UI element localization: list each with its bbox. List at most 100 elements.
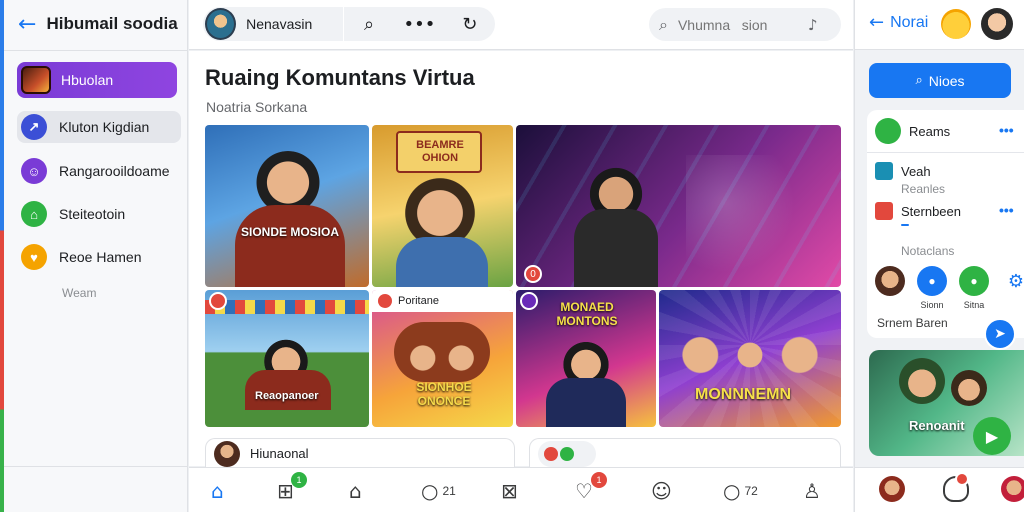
profile-toolbar: Nenavasin ⌕ ••• ↻	[203, 7, 495, 41]
news-button[interactable]: ⌕ Nioes	[869, 63, 1011, 98]
tile-caption: MONAED MONTONS	[556, 300, 618, 328]
right-bottom-bar	[855, 467, 1024, 512]
tile-caption: BEAMRE OHION	[416, 139, 464, 164]
shortcut-item[interactable]: ● Sitna	[959, 266, 989, 310]
nav-comments[interactable]: ○ 21	[421, 476, 456, 506]
check-icon	[875, 118, 901, 144]
video-preview[interactable]: Renoanit ▶	[869, 350, 1024, 456]
nav-tent[interactable]: ⌂	[349, 476, 362, 506]
status-badge	[901, 224, 909, 226]
tile-label: Poritane	[398, 295, 439, 307]
sidebar-item-3[interactable]: ⌂ Steiteotoin	[17, 198, 181, 230]
search-icon[interactable]: ⌕	[344, 7, 394, 41]
search-icon: ⌕	[659, 14, 668, 34]
media-tile-1[interactable]: SIONDE MOSIOA	[205, 125, 369, 287]
tile-header: Poritane	[372, 290, 513, 312]
sidebar-item-4[interactable]: ♥ Reoe Hamen	[17, 241, 181, 273]
card-header-label: Reams	[909, 123, 951, 139]
people-icon: ☺	[651, 479, 672, 503]
main-content: Ruaing Komuntans Virtua Noatria Sorkana …	[189, 51, 853, 468]
avatar[interactable]	[981, 8, 1013, 40]
sidebar-item-active[interactable]: Hbuolan	[17, 62, 177, 98]
divider	[4, 466, 187, 467]
media-tile-5[interactable]: Poritane SIONHOE ONONCE	[372, 290, 513, 427]
sidebar-item-2[interactable]: ☺ Rangarooildoame	[17, 155, 181, 187]
post-card[interactable]: Hiunaonal	[205, 438, 515, 468]
performers	[679, 330, 821, 380]
notification-badge: 1	[291, 472, 307, 488]
shortcut-row: ● Sionn ● Sitna ⚙	[875, 266, 1024, 310]
more-icon[interactable]: •••	[999, 122, 1014, 138]
post-card[interactable]	[529, 438, 841, 468]
reaction-icon	[560, 446, 574, 461]
refresh-icon[interactable]: ↻	[445, 7, 495, 41]
left-sidebar: ← Hibumail soodia Hbuolan ↗ Kluton Kigdi…	[0, 0, 188, 512]
tile-badge	[378, 294, 392, 308]
nav-profile[interactable]: ♙	[803, 476, 821, 506]
reaction-pill[interactable]	[538, 440, 596, 467]
emoji-icon[interactable]	[941, 9, 971, 39]
post-author: Hiunaonal	[250, 446, 309, 461]
notification-badge: 1	[591, 472, 607, 488]
color-edge	[0, 0, 4, 512]
media-tile-2[interactable]: BEAMRE OHION	[372, 125, 513, 287]
performer-body	[235, 205, 345, 287]
search-bar[interactable]: ⌕ ♪	[649, 8, 841, 41]
tile-caption: SIONHOE ONONCE	[416, 380, 472, 408]
mic-icon[interactable]: ♪	[808, 16, 818, 34]
comment-count: 21	[442, 484, 456, 498]
profile-name[interactable]: Nenavasin	[246, 16, 343, 32]
performers	[394, 322, 490, 382]
more-icon[interactable]: •••	[394, 7, 444, 41]
media-tile-7[interactable]: MONNNEMN	[659, 290, 841, 427]
nav-inbox[interactable]: ⊠	[501, 476, 518, 506]
tile-caption: MONNNEMN	[695, 386, 791, 403]
avatar[interactable]	[1001, 476, 1024, 502]
more-icon[interactable]: •••	[999, 202, 1014, 218]
performer-figure	[951, 370, 987, 406]
avatar[interactable]	[205, 8, 237, 40]
search-input[interactable]	[677, 16, 798, 33]
back-button[interactable]: ← Norai	[869, 12, 928, 33]
tile-caption: SIONDE MOSIOA	[241, 225, 340, 239]
performer-body	[574, 209, 658, 287]
card-row[interactable]: Sternbeen •••	[875, 202, 1014, 220]
row-sub: Reanles	[901, 182, 946, 196]
send-button[interactable]: ➤	[984, 318, 1016, 350]
card-header[interactable]: Reams •••	[875, 118, 1014, 144]
nav-home[interactable]: ⌂	[211, 476, 224, 506]
nav-people[interactable]: ☺	[651, 476, 672, 506]
chat-count: 72	[744, 484, 758, 498]
settings-item[interactable]: ⚙	[1001, 266, 1024, 310]
media-tile-3[interactable]: 0	[516, 125, 841, 287]
grid-icon	[875, 162, 893, 180]
media-tile-6[interactable]: MONAED MONTONS	[516, 290, 656, 427]
home-icon: ⌂	[211, 479, 224, 503]
right-header: ← Norai	[855, 0, 1024, 50]
tile-badge: 0	[524, 265, 542, 283]
media-tile-4[interactable]: Reaopanoer	[205, 290, 369, 427]
avatar	[214, 440, 240, 467]
tile-caption: Reaopanoer	[255, 390, 319, 402]
sidebar-more-link[interactable]: Weam	[62, 286, 96, 300]
divider	[4, 50, 187, 51]
row-sub: Notaclans	[901, 244, 955, 258]
shortcut-label: Sionn	[920, 300, 944, 310]
card-footer: Srnem Baren	[877, 316, 948, 330]
play-icon[interactable]: ▶	[973, 417, 1011, 455]
shortcut-item[interactable]	[875, 266, 905, 310]
nav-favorites[interactable]: ♡ 1	[575, 472, 607, 506]
card-row[interactable]: Veah	[875, 162, 931, 180]
crowd	[686, 155, 816, 275]
bottom-nav: ⌂ ⊞ 1 ⌂ ○ 21 ⊠ ♡ 1 ☺ ○ 72 ♙	[189, 467, 853, 512]
nav-groups[interactable]: ⊞ 1	[277, 472, 307, 506]
shortcut-label: Sitna	[963, 300, 985, 310]
performer-body	[396, 237, 488, 287]
back-arrow-icon[interactable]: ←	[18, 12, 36, 37]
back-label: Norai	[890, 13, 929, 31]
sidebar-item-1[interactable]: ↗ Kluton Kigdian	[17, 111, 181, 143]
shortcut-item[interactable]: ● Sionn	[917, 266, 947, 310]
avatar[interactable]	[879, 476, 905, 502]
nav-chat[interactable]: ○ 72	[723, 476, 758, 506]
app-window: ← Hibumail soodia Hbuolan ↗ Kluton Kigdi…	[0, 0, 1024, 512]
